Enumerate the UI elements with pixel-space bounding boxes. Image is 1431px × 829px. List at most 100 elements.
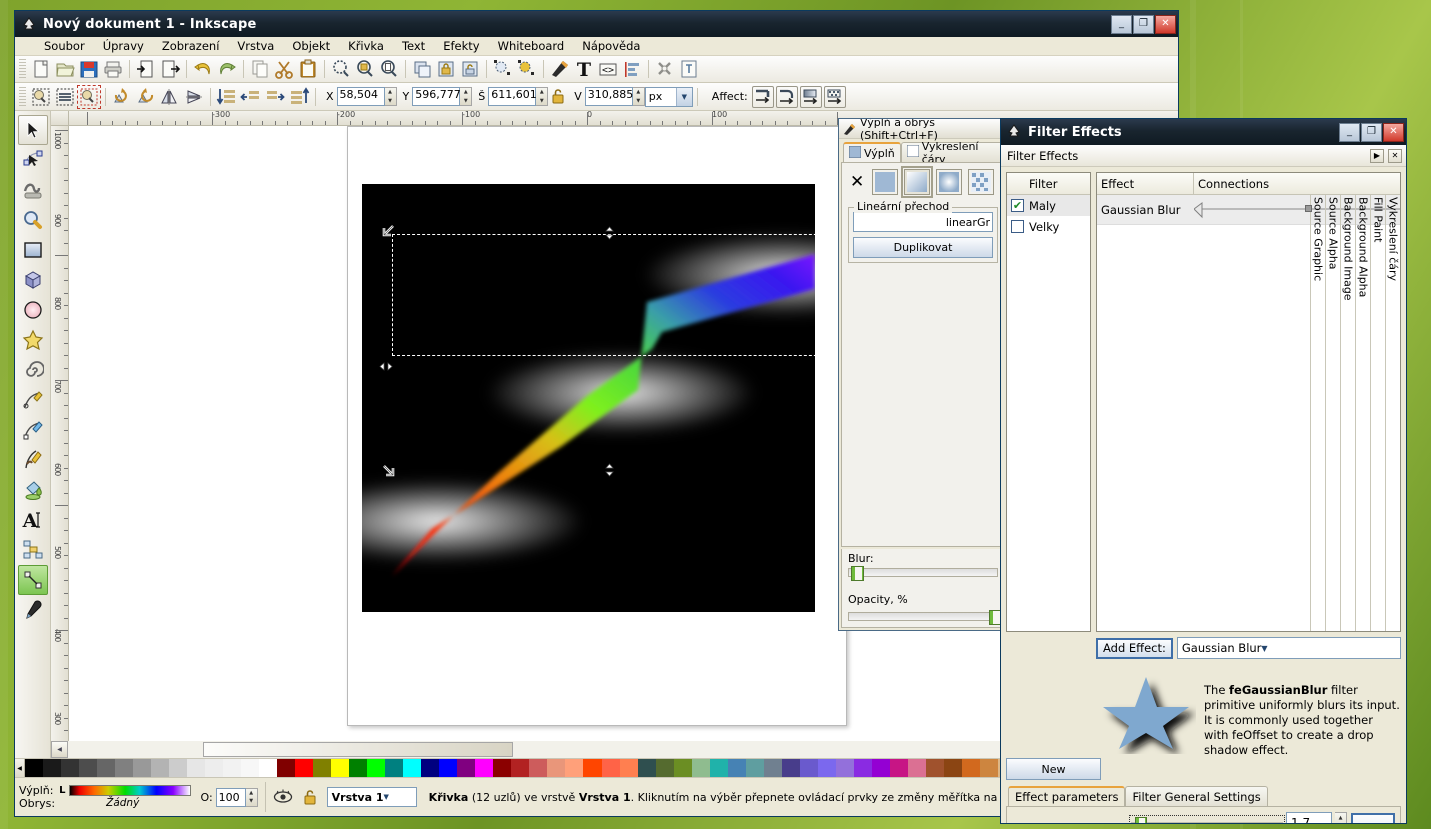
s-scale-handle[interactable] (603, 463, 616, 477)
zoom-page-icon[interactable] (378, 58, 400, 80)
nw-scale-handle[interactable] (382, 224, 395, 237)
layer-select[interactable]: Vrstva 1 ▼ (326, 787, 417, 807)
flip-vertical-icon[interactable] (183, 86, 205, 108)
palette-swatch[interactable] (619, 759, 638, 777)
calligraphy-tool[interactable] (18, 445, 48, 475)
height-spinner[interactable]: 310,885 ▲ ▼ (584, 87, 645, 106)
palette-swatch[interactable] (889, 759, 908, 777)
paste-icon[interactable] (297, 58, 319, 80)
select-all-layers-icon[interactable] (54, 86, 76, 108)
palette-swatch[interactable] (799, 759, 818, 777)
palette-swatch[interactable] (403, 759, 422, 777)
affect-patterns-icon[interactable] (823, 85, 846, 108)
palette-swatch[interactable] (817, 759, 836, 777)
rotate-ccw-icon[interactable] (111, 86, 133, 108)
duplicate-icon[interactable] (411, 58, 433, 80)
layer-lock-icon[interactable] (297, 778, 323, 816)
palette-swatch[interactable] (115, 759, 134, 777)
fill-stroke-indicator[interactable]: Výplň: Obrys: (15, 778, 55, 816)
fe-minimize-button[interactable]: _ (1339, 122, 1360, 142)
std-dev-spin-x[interactable]: ▲▼ (1335, 812, 1347, 823)
palette-swatch[interactable] (547, 759, 566, 777)
save-document-icon[interactable] (78, 58, 100, 80)
lower-icon[interactable] (240, 86, 262, 108)
effect-column-header[interactable]: Effect (1097, 173, 1194, 194)
palette-swatch[interactable] (421, 759, 440, 777)
pattern-icon[interactable] (968, 169, 995, 195)
palette-swatch[interactable] (979, 759, 998, 777)
export-icon[interactable] (159, 58, 181, 80)
affect-stroke-width-icon[interactable] (751, 85, 774, 108)
hscroll-thumb[interactable] (203, 742, 513, 757)
layer-selector[interactable]: Vrstva 1 ▼ (323, 778, 421, 816)
x-spin-buttons[interactable]: ▲ ▼ (384, 87, 397, 106)
affect-rounded-corners-icon[interactable] (775, 85, 798, 108)
menu-efekty[interactable]: Efekty (434, 38, 488, 54)
col-fill-paint[interactable]: Fill Paint (1370, 195, 1385, 631)
gradient-select[interactable]: linearGr (853, 212, 993, 232)
palette-swatch[interactable] (79, 759, 98, 777)
lower-to-bottom-icon[interactable] (216, 86, 238, 108)
blur-slider[interactable] (848, 566, 998, 581)
group-icon[interactable] (435, 58, 457, 80)
opacity-spin-buttons[interactable]: ▲ ▼ (245, 787, 258, 807)
visibility-eye-icon[interactable] (269, 778, 297, 816)
link-button[interactable]: Odkaz (1351, 813, 1395, 823)
menu-soubor[interactable]: Soubor (35, 38, 94, 54)
raise-icon[interactable] (264, 86, 286, 108)
fill-stroke-icon[interactable] (549, 58, 571, 80)
align-distribute-icon[interactable] (621, 58, 643, 80)
palette-swatch[interactable] (331, 759, 350, 777)
palette-swatch[interactable] (601, 759, 620, 777)
deselect-icon[interactable] (77, 84, 101, 109)
tweak-tool[interactable] (18, 175, 48, 205)
undo-icon[interactable] (192, 58, 214, 80)
filter-checkbox-velky[interactable] (1011, 220, 1024, 233)
radial-gradient-icon[interactable] (936, 169, 963, 195)
height-input[interactable]: 310,885 (584, 87, 633, 106)
chevron-down-icon[interactable]: ▼ (384, 793, 389, 801)
palette-swatch[interactable] (43, 759, 62, 777)
ungroup-icon[interactable] (459, 58, 481, 80)
tool-options-grip[interactable] (19, 86, 26, 107)
zoom-tool[interactable] (18, 205, 48, 235)
menu-napoveda[interactable]: Nápověda (573, 38, 649, 54)
palette-swatch[interactable] (673, 759, 692, 777)
tab-filter-general-settings[interactable]: Filter General Settings (1125, 786, 1268, 806)
filter-column-header[interactable]: Filter (1007, 173, 1090, 195)
import-icon[interactable] (135, 58, 157, 80)
palette-swatch[interactable] (637, 759, 656, 777)
paintbucket-tool[interactable] (18, 475, 48, 505)
menu-krivka[interactable]: Křivka (339, 38, 393, 54)
flat-color-icon[interactable] (872, 169, 899, 195)
maximize-button[interactable]: ❐ (1133, 14, 1154, 34)
filter-checkbox-maly[interactable] (1011, 199, 1024, 212)
fill-swatch[interactable] (68, 785, 191, 796)
col-source-alpha[interactable]: Source Alpha (1325, 195, 1340, 631)
bezier-tool[interactable] (18, 415, 48, 445)
cut-icon[interactable] (273, 58, 295, 80)
close-dock-icon[interactable]: ✕ (1388, 148, 1402, 163)
palette-swatch[interactable] (313, 759, 332, 777)
palette-swatch[interactable] (835, 759, 854, 777)
palette-swatch[interactable] (745, 759, 764, 777)
palette-swatch[interactable] (727, 759, 746, 777)
rectangle-tool[interactable] (18, 235, 48, 265)
palette-swatch[interactable] (385, 759, 404, 777)
x-input[interactable]: 58,504 (336, 87, 385, 106)
palette-swatch[interactable] (205, 759, 224, 777)
col-stroke-paint[interactable]: Vykreslení čáry (1385, 195, 1400, 631)
sw-scale-handle[interactable] (382, 464, 395, 477)
height-spin-buttons[interactable]: ▲ ▼ (632, 87, 645, 106)
palette-swatch[interactable] (277, 759, 296, 777)
xml-editor-icon[interactable]: <> (597, 58, 619, 80)
rotate-cw-icon[interactable] (135, 86, 157, 108)
document-properties-icon[interactable] (678, 58, 700, 80)
spiral-tool[interactable] (18, 355, 48, 385)
palette-swatch[interactable] (781, 759, 800, 777)
palette-swatch[interactable] (457, 759, 476, 777)
add-effect-select[interactable]: Gaussian Blur ▼ (1176, 637, 1401, 659)
star-tool[interactable] (18, 325, 48, 355)
palette-swatch[interactable] (367, 759, 386, 777)
width-input[interactable]: 611,601 (488, 87, 537, 106)
